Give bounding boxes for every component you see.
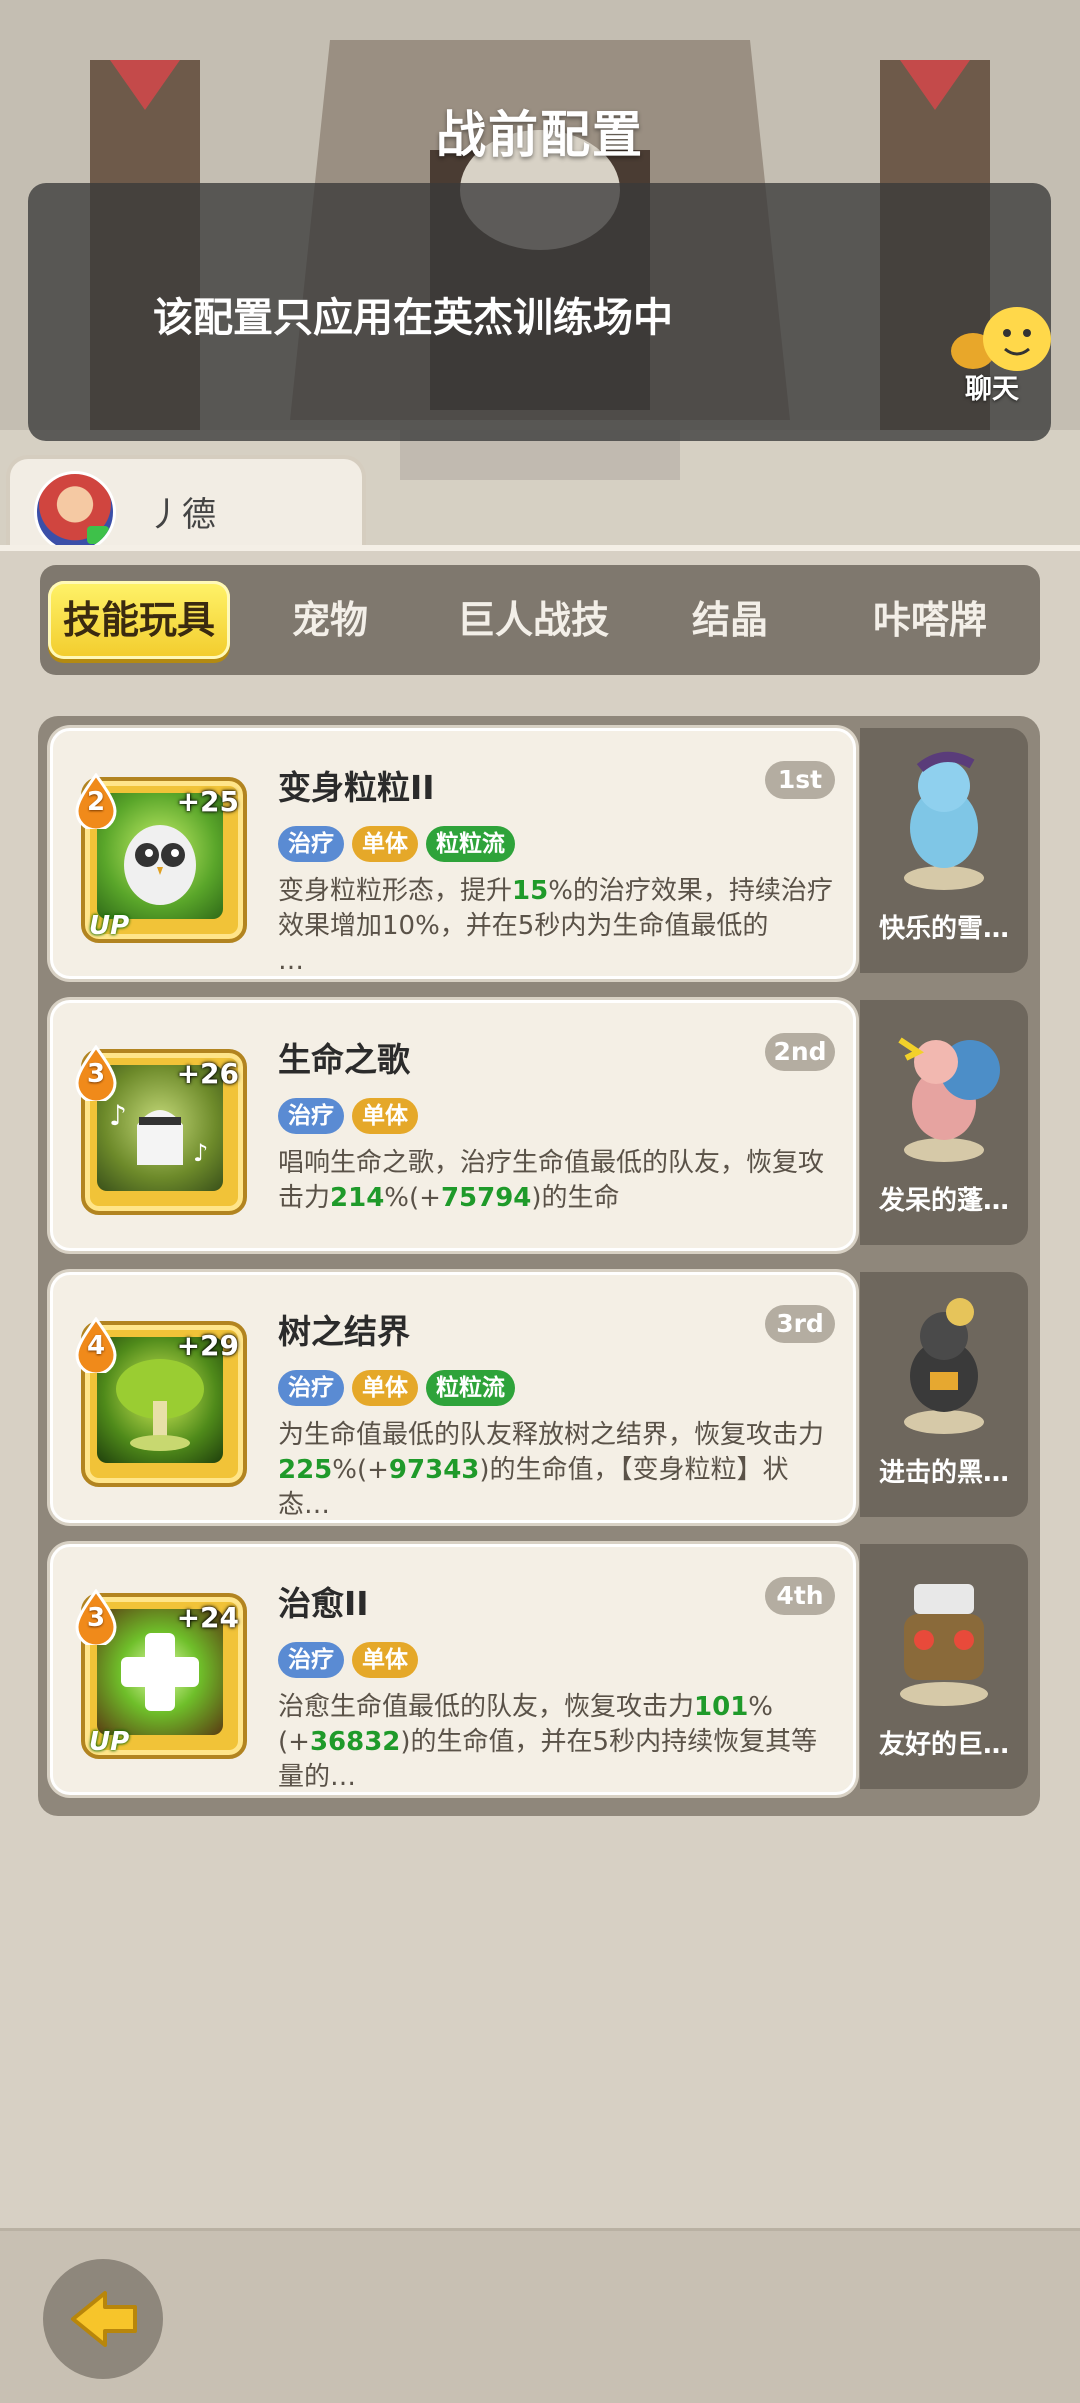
pet-name: 发呆的蓬… <box>878 1186 1009 1216</box>
pet-name: 友好的巨… <box>878 1730 1009 1760</box>
tab-giant-skills[interactable]: 巨人战技 <box>438 581 628 659</box>
skill-icon-frame: ♪ ♪ 3 +26 <box>75 1044 247 1215</box>
pet-image <box>904 752 984 890</box>
tag: 治疗 <box>278 1642 344 1678</box>
tag: 单体 <box>352 826 418 862</box>
skill-card-1[interactable]: 2 +25 UP 变身粒粒II 1st 治疗 单体 粒粒流 变身粒粒形态，提升15%… <box>50 728 856 979</box>
skill-card-3[interactable]: 4 +29 树之结界 3rd 治疗 单体 粒粒流 为生命值最低的队友释放树之结界，恢… <box>50 1272 856 1523</box>
pet-image <box>898 1037 1000 1162</box>
level-badge: 2 <box>73 772 119 832</box>
skill-card-4[interactable]: 3 +24 UP 治愈II 4th 治疗 单体 治愈生命值最低的队友，恢复攻击力1… <box>50 1544 856 1795</box>
category-tabs: 技能玩具 宠物 巨人战技 结晶 咔嗒牌 <box>40 565 1040 675</box>
tab-pets[interactable]: 宠物 <box>240 581 420 659</box>
skill-name: 生命之歌 <box>278 1040 410 1079</box>
skill-name: 变身粒粒II <box>278 768 435 807</box>
rank-badge: 1st <box>765 761 835 799</box>
notice-banner: 该配置只应用在英杰训练场中 <box>28 183 1051 441</box>
tab-skill-toys[interactable]: 技能玩具 <box>48 581 230 659</box>
skill-name: 治愈II <box>278 1584 369 1623</box>
up-badge: UP <box>89 1727 130 1757</box>
tag-list: 治疗 单体 粒粒流 <box>278 1370 523 1408</box>
skill-icon-frame: 4 +29 <box>75 1316 247 1487</box>
level-badge: 4 <box>73 1316 119 1376</box>
rank-badge: 4th <box>765 1577 835 1615</box>
skill-description: 变身粒粒形态，提升15%的治疗效果，持续治疗效果增加10%，并在5秒内为生命值最… <box>278 876 833 972</box>
notice-text: 该配置只应用在英杰训练场中 <box>153 295 673 341</box>
scene-background: 战前配置 该配置只应用在英杰训练场中 聊天 丿德 <box>0 0 1080 545</box>
tag-list: 治疗 单体 <box>278 1642 426 1680</box>
page-title: 战前配置 <box>436 106 644 164</box>
pet-name: 进击的黑… <box>878 1458 1009 1488</box>
tag: 粒粒流 <box>426 826 515 862</box>
svg-text:♪: ♪ <box>193 1139 208 1167</box>
main-panel: 技能玩具 宠物 巨人战技 结晶 咔嗒牌 2 +25 UP 变身粒粒II 1st … <box>0 545 1080 2231</box>
skill-bonus: +24 <box>176 1601 239 1634</box>
skill-bonus: +29 <box>176 1329 239 1362</box>
pet-slot-1[interactable]: 快乐的雪… <box>860 728 1028 973</box>
tag: 治疗 <box>278 1370 344 1406</box>
tag-list: 治疗 单体 <box>278 1098 426 1136</box>
up-badge: UP <box>89 911 130 941</box>
pet-slot-2[interactable]: 发呆的蓬… <box>860 1000 1028 1245</box>
tag: 粒粒流 <box>426 1370 515 1406</box>
tag: 治疗 <box>278 1098 344 1134</box>
back-arrow-icon <box>71 2291 137 2347</box>
skill-description: 治愈生命值最低的队友，恢复攻击力101%(+36832)的生命值，并在5秒内持续… <box>278 1692 818 1788</box>
pet-name: 快乐的雪… <box>878 914 1009 944</box>
chat-emoji-icon <box>951 307 1051 371</box>
pet-image <box>900 1584 988 1706</box>
tab-crystals[interactable]: 结晶 <box>640 581 820 659</box>
skill-card-2[interactable]: ♪ ♪ 3 +26 生命之歌 2nd 治疗 单体 唱响生命之歌，治疗生命值最低的队… <box>50 1000 856 1251</box>
rank-badge: 3rd <box>765 1305 835 1343</box>
skill-icon-frame: 3 +24 UP <box>75 1588 247 1759</box>
skill-icon-frame: 2 +25 UP <box>75 772 247 943</box>
bottom-bar <box>0 2228 1080 2403</box>
pet-slot-3[interactable]: 进击的黑… <box>860 1272 1028 1517</box>
pet-slot-4[interactable]: 友好的巨… <box>860 1544 1028 1789</box>
skill-bonus: +26 <box>176 1057 239 1090</box>
level-badge: 3 <box>73 1588 119 1648</box>
tag: 治疗 <box>278 826 344 862</box>
avatar <box>34 471 116 545</box>
player-name: 丿德 <box>148 495 216 535</box>
tag: 单体 <box>352 1642 418 1678</box>
skill-name: 树之结界 <box>278 1312 410 1351</box>
skill-description: 为生命值最低的队友释放树之结界，恢复攻击力225%(+97343)的生命值，【变… <box>278 1420 825 1516</box>
tag: 单体 <box>352 1370 418 1406</box>
skill-bonus: +25 <box>176 785 239 818</box>
chat-label: 聊天 <box>965 374 1019 405</box>
rank-badge: 2nd <box>765 1033 835 1071</box>
back-button[interactable] <box>43 2259 163 2379</box>
player-tab[interactable]: 丿德 <box>6 455 366 545</box>
chat-button[interactable]: 聊天 <box>945 305 1065 405</box>
level-badge: 3 <box>73 1044 119 1104</box>
skill-description: 唱响生命之歌，治疗生命值最低的队友，恢复攻击力214%(+75794)的生命 <box>278 1148 825 1213</box>
pet-image <box>904 1298 984 1434</box>
tab-cards[interactable]: 咔嗒牌 <box>830 581 1030 659</box>
tag-list: 治疗 单体 粒粒流 <box>278 826 523 864</box>
skill-list: 2 +25 UP 变身粒粒II 1st 治疗 单体 粒粒流 变身粒粒形态，提升15%… <box>38 716 1040 1816</box>
tag: 单体 <box>352 1098 418 1134</box>
svg-text:♪: ♪ <box>109 1099 127 1132</box>
